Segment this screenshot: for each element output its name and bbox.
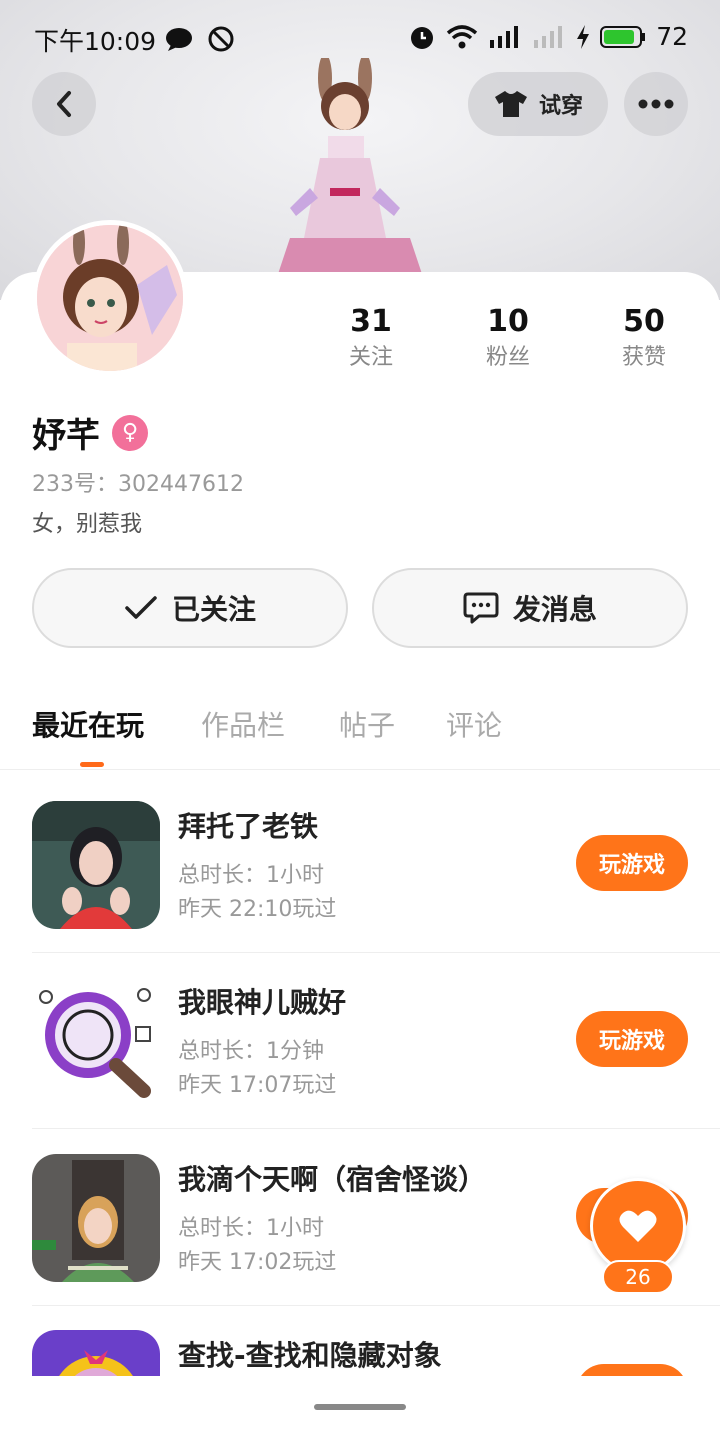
followed-label: 已关注 [171, 593, 256, 626]
heart-icon [619, 1210, 657, 1242]
likes-count: 50 [623, 304, 665, 339]
active-tab-indicator [80, 762, 104, 767]
female-gender-icon: ♀ [112, 414, 148, 451]
play-game-button[interactable]: 玩游戏 [576, 835, 688, 891]
game-icon-magnifier [32, 977, 160, 1105]
game-icon-dorm [32, 1154, 160, 1282]
game-last-played: 昨天 17:07玩过 [178, 1073, 337, 1098]
signal-weak-icon [534, 25, 563, 48]
send-message-button[interactable]: 发消息 [372, 568, 688, 648]
tshirt-icon [494, 91, 527, 117]
checkmark-icon [125, 596, 157, 619]
tab-works[interactable]: 作品栏 [201, 704, 285, 744]
send-message-label: 发消息 [512, 593, 597, 626]
more-dots-icon [638, 99, 674, 109]
followers-count: 10 [487, 304, 529, 339]
do-not-disturb-icon [208, 26, 234, 52]
home-indicator[interactable] [314, 1404, 406, 1410]
status-bar: 下午10:09 72 [0, 0, 720, 76]
stat-following[interactable]: 31 关注 [311, 302, 431, 374]
following-count: 31 [350, 304, 392, 339]
battery-level: 72 [656, 22, 688, 51]
game-last-played: 昨天 22:10玩过 [178, 897, 337, 922]
avatar-image [37, 225, 183, 371]
game-list-item[interactable]: 我眼神儿贼好 总时长：1分钟 昨天 17:07玩过 玩游戏 [32, 953, 720, 1129]
avatar-figure-image [270, 58, 430, 298]
status-right-group: 72 [408, 22, 688, 51]
game-title: 我滴个天啊（宿舍怪谈） [178, 1163, 487, 1196]
status-time: 下午10:09 [34, 27, 157, 56]
user-id: 233号：302447612 [32, 472, 244, 497]
stat-likes[interactable]: 50 获赞 [584, 302, 704, 374]
tab-posts[interactable]: 帖子 [339, 704, 395, 744]
tab-comments[interactable]: 评论 [446, 704, 502, 744]
followed-button[interactable]: 已关注 [32, 568, 348, 648]
game-last-played: 昨天 17:02玩过 [178, 1250, 337, 1275]
charging-icon [577, 24, 590, 49]
wifi-icon [447, 24, 478, 48]
game-title: 查找-查找和隐藏对象 [178, 1339, 442, 1372]
chat-bubble-icon [166, 28, 192, 51]
user-name: 妤芊 [32, 416, 100, 456]
game-title: 拜托了老铁 [178, 810, 319, 843]
user-bio: 女，别惹我 [32, 512, 143, 537]
alarm-icon [411, 26, 434, 49]
following-label: 关注 [348, 345, 393, 370]
chevron-left-icon [57, 91, 71, 117]
followers-label: 粉丝 [485, 345, 530, 370]
profile-tabs: 最近在玩 作品栏 帖子 评论 [0, 700, 720, 770]
game-duration: 总时长：1分钟 [178, 1039, 324, 1064]
game-duration: 总时长：1小时 [178, 1216, 324, 1241]
back-button[interactable] [32, 72, 96, 136]
game-title: 我眼神儿贼好 [178, 986, 347, 1019]
signal-4g-icon [490, 25, 519, 48]
more-options-button[interactable] [624, 72, 688, 136]
avatar[interactable] [32, 220, 188, 376]
stat-followers[interactable]: 10 粉丝 [448, 302, 568, 374]
game-icon-baituo [32, 801, 160, 929]
try-on-label: 试穿 [538, 94, 583, 119]
tab-recently-played[interactable]: 最近在玩 [32, 704, 144, 744]
user-name-row: 妤芊 ♀ [32, 408, 148, 457]
game-duration: 总时长：1小时 [178, 863, 324, 888]
try-on-button[interactable]: 试穿 [468, 72, 608, 136]
like-count-badge: 26 [602, 1260, 674, 1294]
game-list-item[interactable]: 拜托了老铁 总时长：1小时 昨天 22:10玩过 玩游戏 [32, 777, 720, 953]
play-game-button[interactable]: 玩游戏 [576, 1011, 688, 1067]
likes-label: 获赞 [621, 345, 666, 370]
battery-icon [600, 25, 646, 48]
message-bubble-icon [463, 592, 499, 624]
